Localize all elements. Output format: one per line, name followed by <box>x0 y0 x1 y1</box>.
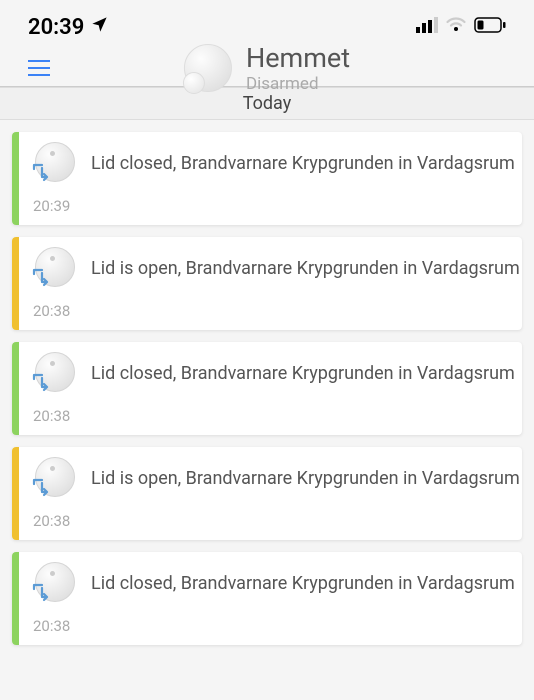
event-top-row: Lid is open, Brandvarnare Krypgrunden in… <box>33 457 520 501</box>
event-message: Lid is open, Brandvarnare Krypgrunden in… <box>91 257 520 280</box>
header-text: Hemmet Disarmed <box>246 42 350 94</box>
events-list[interactable]: Lid closed, Brandvarnare Krypgrunden in … <box>0 120 534 657</box>
event-time: 20:38 <box>33 617 515 635</box>
app-header: Hemmet Disarmed <box>0 50 534 87</box>
event-content: Lid is open, Brandvarnare Krypgrunden in… <box>19 447 522 540</box>
home-title: Hemmet <box>246 42 350 74</box>
event-status-stripe <box>12 237 19 330</box>
event-message: Lid closed, Brandvarnare Krypgrunden in … <box>91 572 515 595</box>
lid-activity-icon <box>31 372 51 396</box>
event-icon-wrap <box>33 142 77 186</box>
event-time: 20:38 <box>33 407 515 425</box>
arm-status: Disarmed <box>246 74 350 94</box>
event-status-stripe <box>12 132 19 225</box>
location-arrow-icon <box>90 15 109 40</box>
event-top-row: Lid closed, Brandvarnare Krypgrunden in … <box>33 352 515 396</box>
event-icon-wrap <box>33 457 77 501</box>
status-right <box>416 17 506 37</box>
lid-activity-icon <box>31 477 51 501</box>
lid-activity-icon <box>31 267 51 291</box>
event-content: Lid closed, Brandvarnare Krypgrunden in … <box>19 342 522 435</box>
event-content: Lid is open, Brandvarnare Krypgrunden in… <box>19 237 522 330</box>
event-card[interactable]: Lid closed, Brandvarnare Krypgrunden in … <box>12 132 522 225</box>
battery-icon <box>474 17 506 37</box>
hamburger-menu-icon[interactable] <box>28 60 50 76</box>
wifi-icon <box>445 17 467 37</box>
event-status-stripe <box>12 552 19 645</box>
event-message: Lid is open, Brandvarnare Krypgrunden in… <box>91 467 520 490</box>
header-center[interactable]: Hemmet Disarmed <box>184 42 350 94</box>
home-device-icon <box>184 44 232 92</box>
cellular-signal-icon <box>416 17 438 37</box>
event-time: 20:38 <box>33 512 520 530</box>
event-time: 20:38 <box>33 302 520 320</box>
status-time: 20:39 <box>28 15 84 40</box>
event-status-stripe <box>12 447 19 540</box>
event-card[interactable]: Lid closed, Brandvarnare Krypgrunden in … <box>12 342 522 435</box>
event-top-row: Lid is open, Brandvarnare Krypgrunden in… <box>33 247 520 291</box>
event-time: 20:39 <box>33 197 515 215</box>
event-content: Lid closed, Brandvarnare Krypgrunden in … <box>19 552 522 645</box>
lid-activity-icon <box>31 162 51 186</box>
status-left: 20:39 <box>28 15 109 40</box>
event-card[interactable]: Lid is open, Brandvarnare Krypgrunden in… <box>12 237 522 330</box>
event-status-stripe <box>12 342 19 435</box>
event-icon-wrap <box>33 562 77 606</box>
lid-activity-icon <box>31 582 51 606</box>
event-card[interactable]: Lid is open, Brandvarnare Krypgrunden in… <box>12 447 522 540</box>
event-icon-wrap <box>33 352 77 396</box>
event-top-row: Lid closed, Brandvarnare Krypgrunden in … <box>33 562 515 606</box>
event-content: Lid closed, Brandvarnare Krypgrunden in … <box>19 132 522 225</box>
event-icon-wrap <box>33 247 77 291</box>
event-message: Lid closed, Brandvarnare Krypgrunden in … <box>91 362 515 385</box>
event-card[interactable]: Lid closed, Brandvarnare Krypgrunden in … <box>12 552 522 645</box>
event-top-row: Lid closed, Brandvarnare Krypgrunden in … <box>33 142 515 186</box>
event-message: Lid closed, Brandvarnare Krypgrunden in … <box>91 152 515 175</box>
